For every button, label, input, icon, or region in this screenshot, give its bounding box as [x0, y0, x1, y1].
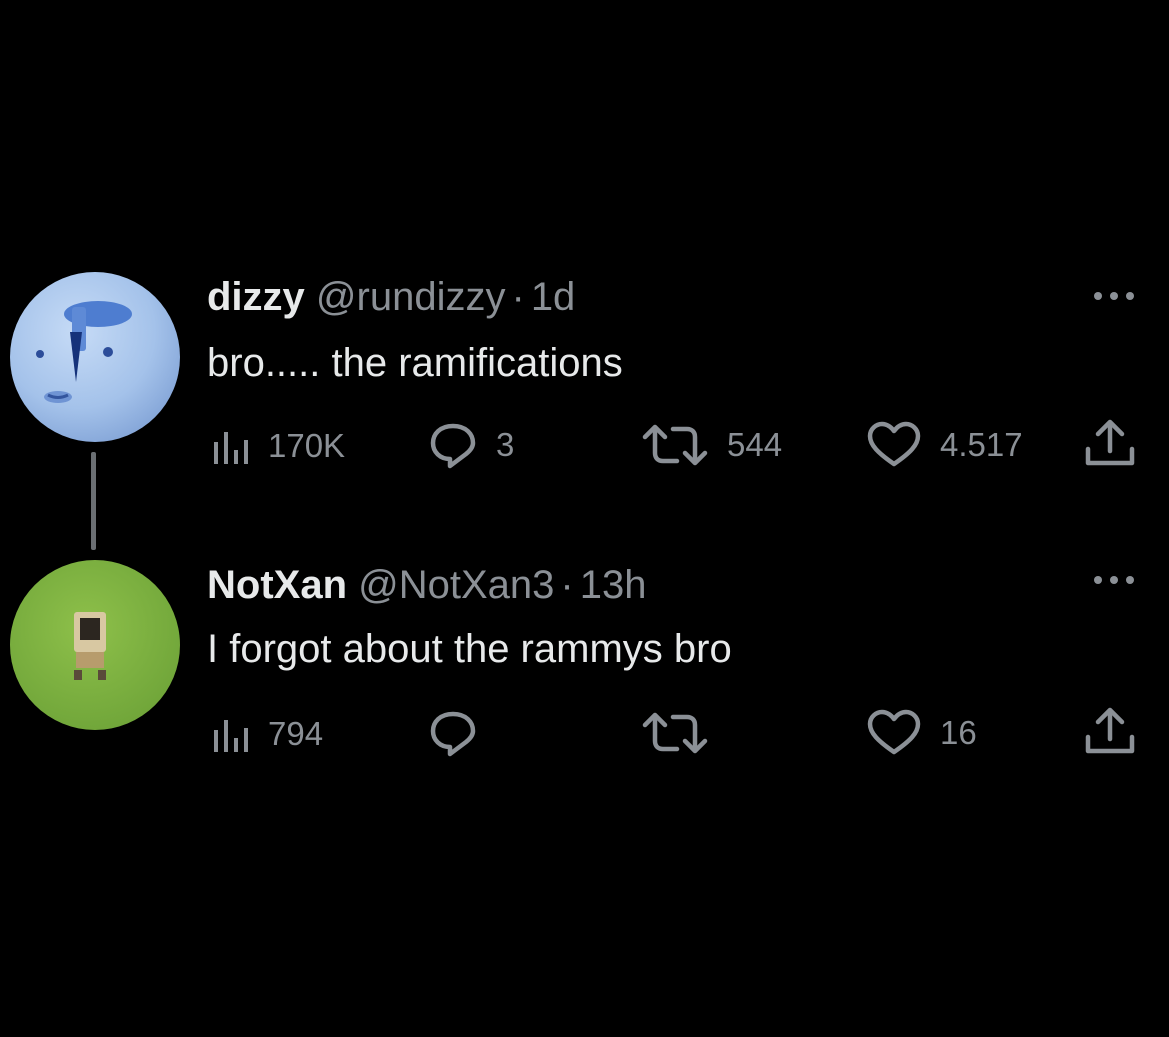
views-button[interactable]: 794: [210, 709, 323, 759]
repost-count: 544: [727, 426, 783, 463]
like-count: 4.517: [940, 426, 1023, 463]
reply-count: 3: [496, 426, 515, 463]
more-dots-icon[interactable]: [1090, 286, 1140, 306]
repost-button[interactable]: 544: [641, 420, 782, 470]
like-button[interactable]: 4.517: [866, 420, 1023, 470]
share-button[interactable]: [1082, 418, 1138, 468]
repost-arrows-icon: [642, 424, 708, 466]
heart-icon: [867, 421, 921, 467]
repost-button[interactable]: [641, 708, 709, 758]
views-count: 794: [268, 715, 324, 752]
views-bar-chart-icon: [214, 432, 248, 464]
repost-arrows-icon: [642, 712, 708, 754]
share-upload-icon: [1085, 419, 1135, 466]
tweet-header: dizzy @rundizzy · 1d: [207, 274, 575, 320]
user-handle[interactable]: @NotXan3: [358, 563, 554, 607]
views-bar-chart-icon: [214, 720, 248, 752]
avatar-notxan[interactable]: [10, 560, 180, 730]
tweet-header: NotXan @NotXan3 · 13h: [207, 562, 646, 608]
reply-button[interactable]: [428, 708, 478, 758]
like-button[interactable]: 16: [866, 708, 977, 758]
share-button[interactable]: [1082, 706, 1138, 756]
timestamp[interactable]: 1d: [531, 275, 576, 319]
tweet-1[interactable]: dizzy @rundizzy · 1d bro..... the ramifica…: [0, 0, 1169, 500]
more-dots-icon[interactable]: [1090, 570, 1140, 590]
tweet-2[interactable]: NotXan @NotXan3 · 13h I forgot about the r…: [0, 500, 1169, 800]
separator-dot: ·: [560, 563, 574, 607]
reply-button[interactable]: 3: [428, 420, 514, 470]
separator-dot: ·: [511, 275, 525, 319]
reply-bubble-icon: [430, 711, 476, 757]
like-count: 16: [940, 714, 977, 751]
avatar-dizzy[interactable]: [10, 272, 180, 442]
share-upload-icon: [1085, 707, 1135, 754]
user-handle[interactable]: @rundizzy: [316, 275, 506, 319]
views-count: 170K: [268, 427, 346, 464]
tweet-text: I forgot about the rammys bro: [207, 627, 732, 671]
tweet-text: bro..... the ramifications: [207, 341, 623, 385]
display-name[interactable]: dizzy: [207, 275, 305, 319]
timestamp[interactable]: 13h: [580, 563, 647, 607]
heart-icon: [867, 709, 921, 755]
views-button[interactable]: 170K: [210, 421, 345, 471]
display-name[interactable]: NotXan: [207, 563, 347, 607]
reply-bubble-icon: [430, 423, 476, 469]
